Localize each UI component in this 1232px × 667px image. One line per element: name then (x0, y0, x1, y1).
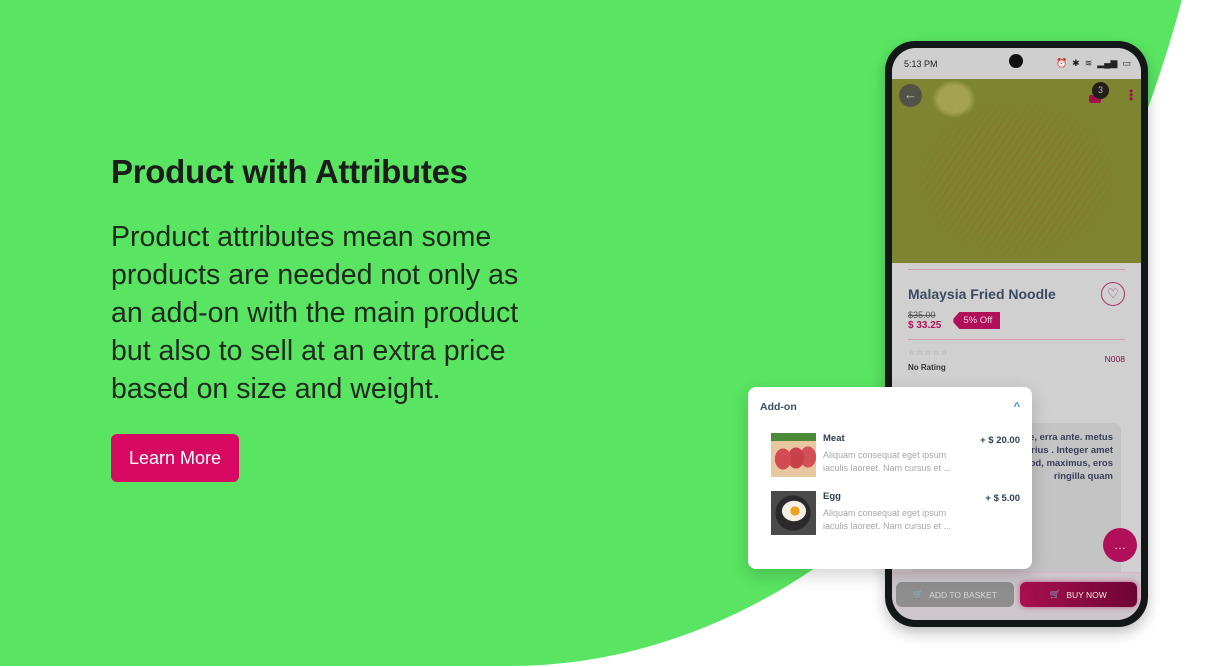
wifi-icon: ≋ (1084, 58, 1093, 68)
egg-image (771, 491, 816, 535)
discount-badge: 5% Off (953, 312, 1001, 329)
signal-icon: ▂▄▆ (1097, 58, 1118, 68)
buy-now-button[interactable]: 🛒 BUY NOW (1019, 582, 1137, 607)
addon-item-description: Aliquam consequat eget ipsum iaculis lao… (823, 450, 952, 473)
addon-header[interactable]: Add-on ^ (760, 401, 1020, 413)
status-bar: 5:13 PM ⏰ ✱ ≋ ▂▄▆ ▭ (892, 48, 1141, 79)
add-to-basket-button[interactable]: 🛒 ADD TO BASKET (896, 582, 1014, 607)
addon-item-name: Meat (823, 433, 845, 444)
rating-stars-icon: ☆☆☆☆☆ (908, 348, 949, 357)
addon-item-name: Egg (823, 491, 841, 502)
addon-title: Add-on (760, 401, 797, 413)
bottom-action-bar: 🛒 ADD TO BASKET 🛒 BUY NOW (892, 572, 1141, 620)
product-image: ← 3 • • • (892, 79, 1141, 263)
product-card: Malaysia Fried Noodle ♡ $35.00 $ 33.25 5… (900, 269, 1133, 372)
favorite-heart-icon[interactable]: ♡ (1101, 282, 1125, 306)
product-sku: N008 (1104, 354, 1125, 364)
add-cart-icon: 🛒 (912, 589, 924, 599)
more-options-icon[interactable]: • • • (1129, 85, 1133, 105)
hero-section: Product with Attributes Product attribut… (111, 150, 531, 482)
hero-description: Product attributes mean some products ar… (111, 221, 519, 405)
addon-item-meat[interactable]: Meat + $ 20.00 Aliquam consequat eget ip… (771, 433, 1020, 477)
battery-icon: ▭ (1122, 58, 1131, 68)
status-icons: ⏰ ✱ ≋ ▂▄▆ ▭ (1056, 58, 1131, 69)
product-name: Malaysia Fried Noodle (908, 286, 1056, 302)
divider (908, 269, 1125, 270)
addon-item-price: + $ 20.00 (980, 435, 1020, 446)
discounted-price: $ 33.25 (908, 320, 942, 331)
divider (908, 339, 1125, 340)
cart-icon: 🛒 (1049, 589, 1061, 599)
addon-item-price: + $ 5.00 (985, 493, 1020, 504)
buy-now-label: BUY NOW (1066, 589, 1107, 600)
status-time: 5:13 PM (904, 58, 938, 69)
old-price: $35.00 (908, 310, 936, 320)
addon-panel: Add-on ^ Meat + $ 20.00 Aliquam consequa… (748, 387, 1032, 569)
chevron-up-icon[interactable]: ^ (1014, 401, 1020, 413)
addon-item-egg[interactable]: Egg + $ 5.00 Aliquam consequat eget ipsu… (771, 491, 1020, 535)
cart-count-badge: 3 (1092, 82, 1109, 99)
chat-icon[interactable]: … (1103, 528, 1137, 562)
alarm-icon: ⏰ (1055, 58, 1068, 68)
add-to-basket-label: ADD TO BASKET (929, 589, 997, 600)
camera-icon (1009, 54, 1023, 68)
addon-item-description: Aliquam consequat eget ipsum iaculis lao… (823, 508, 952, 531)
bluetooth-icon: ✱ (1072, 58, 1080, 68)
meat-image (771, 433, 816, 477)
learn-more-button[interactable]: Learn More (111, 434, 240, 482)
back-arrow-icon[interactable]: ← (899, 84, 922, 107)
rating-text: No Rating (908, 363, 946, 372)
hero-title: Product with Attributes (111, 153, 468, 190)
